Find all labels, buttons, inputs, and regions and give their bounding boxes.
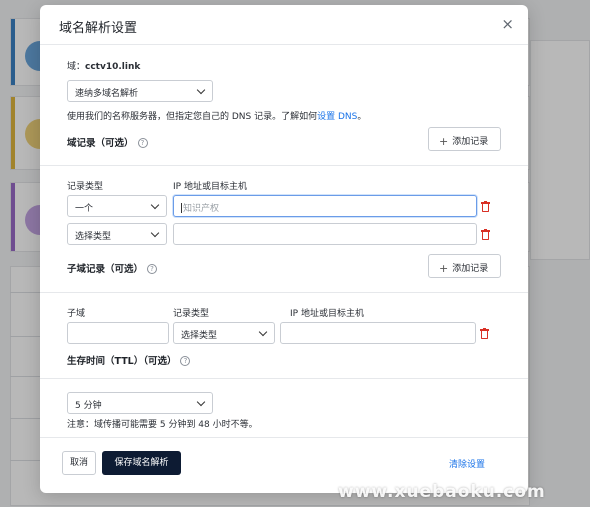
domain-value: cctv10.link bbox=[85, 62, 141, 72]
chevron-down-icon bbox=[150, 200, 160, 210]
delete-subdomain-record-icon[interactable] bbox=[480, 328, 489, 339]
column-header-subdomain: 子域 bbox=[67, 309, 86, 319]
domain-records-title: 域记录（可选） bbox=[67, 138, 134, 149]
subdomain-records-title: 子域记录（可选） bbox=[67, 264, 144, 275]
column-header-record-type: 记录类型 bbox=[67, 182, 104, 192]
text-cursor bbox=[181, 203, 182, 213]
clear-settings-link[interactable]: 清除设置 bbox=[449, 457, 485, 470]
record-type-value: 一个 bbox=[75, 204, 94, 214]
ttl-select[interactable]: 5 分钟 bbox=[67, 392, 213, 414]
dns-info-message: 使用我们的名称服务器，但指定您自己的 DNS 记录。了解如何 bbox=[67, 112, 318, 122]
chevron-down-icon bbox=[258, 327, 268, 337]
column-header-record-type: 记录类型 bbox=[173, 309, 210, 319]
subdomain-record-type-select[interactable]: 选择类型 bbox=[173, 322, 275, 344]
record-type-value: 选择类型 bbox=[75, 232, 112, 242]
domain-label: 域： bbox=[67, 62, 86, 72]
domain-line: 域：cctv10.link bbox=[67, 59, 140, 72]
cancel-button[interactable]: 取消 bbox=[62, 451, 96, 475]
domain-records-heading: 域记录（可选）? bbox=[67, 135, 148, 149]
plus-icon: + bbox=[439, 262, 449, 275]
subdomain-records-heading: 子域记录（可选）? bbox=[67, 261, 158, 275]
section-divider bbox=[40, 378, 528, 379]
ttl-heading: 生存时间（TTL）（可选）? bbox=[67, 353, 191, 367]
record-type-select[interactable]: 选择类型 bbox=[67, 223, 167, 245]
subdomain-record-type-value: 选择类型 bbox=[181, 331, 218, 341]
delete-record-icon[interactable] bbox=[481, 229, 490, 240]
section-divider bbox=[40, 292, 528, 293]
record-type-select[interactable]: 一个 bbox=[67, 195, 167, 217]
add-subdomain-record-label: 添加记录 bbox=[452, 264, 489, 274]
add-domain-record-button[interactable]: + 添加记录 bbox=[428, 127, 501, 151]
section-divider bbox=[40, 165, 528, 166]
add-domain-record-label: 添加记录 bbox=[452, 137, 489, 147]
dialog-title: 域名解析设置 bbox=[59, 21, 138, 36]
column-header-target: IP 地址或目标主机 bbox=[173, 182, 247, 192]
watermark-text: www.xuebaoku.com bbox=[338, 482, 546, 502]
resolver-select[interactable]: 速纳多域名解析 bbox=[67, 80, 213, 102]
record-target-input[interactable]: 知识产权 bbox=[173, 195, 477, 217]
help-icon[interactable]: ? bbox=[180, 356, 191, 366]
plus-icon: + bbox=[439, 135, 449, 148]
chevron-down-icon bbox=[196, 397, 206, 407]
ttl-title: 生存时间（TTL）（可选） bbox=[67, 356, 177, 367]
delete-record-icon[interactable] bbox=[481, 201, 490, 212]
column-header-target: IP 地址或目标主机 bbox=[290, 309, 364, 319]
dns-settings-dialog: 域名解析设置 × 域：cctv10.link 速纳多域名解析 使用我们的名称服务… bbox=[40, 5, 528, 493]
dns-info-period: 。 bbox=[357, 112, 367, 122]
section-divider bbox=[40, 437, 528, 438]
subdomain-target-input[interactable] bbox=[280, 322, 476, 344]
close-button[interactable]: × bbox=[501, 16, 514, 32]
setup-dns-link[interactable]: 设置 DNS bbox=[317, 112, 357, 122]
chevron-down-icon bbox=[196, 85, 206, 95]
help-icon[interactable]: ? bbox=[137, 138, 148, 148]
ttl-note: 注意：域传播可能需要 5 分钟到 48 小时不等。 bbox=[67, 420, 258, 430]
ttl-select-value: 5 分钟 bbox=[75, 401, 102, 411]
dialog-header: 域名解析设置 × bbox=[40, 5, 528, 45]
chevron-down-icon bbox=[150, 228, 160, 238]
help-icon[interactable]: ? bbox=[147, 264, 158, 274]
subdomain-input[interactable] bbox=[67, 322, 169, 344]
save-dns-button[interactable]: 保存域名解析 bbox=[102, 451, 181, 475]
record-target-input[interactable] bbox=[173, 223, 477, 245]
resolver-select-value: 速纳多域名解析 bbox=[75, 89, 139, 99]
dns-info-text: 使用我们的名称服务器，但指定您自己的 DNS 记录。了解如何设置 DNS。 bbox=[67, 109, 366, 122]
record-target-placeholder: 知识产权 bbox=[183, 204, 220, 214]
add-subdomain-record-button[interactable]: + 添加记录 bbox=[428, 254, 501, 278]
